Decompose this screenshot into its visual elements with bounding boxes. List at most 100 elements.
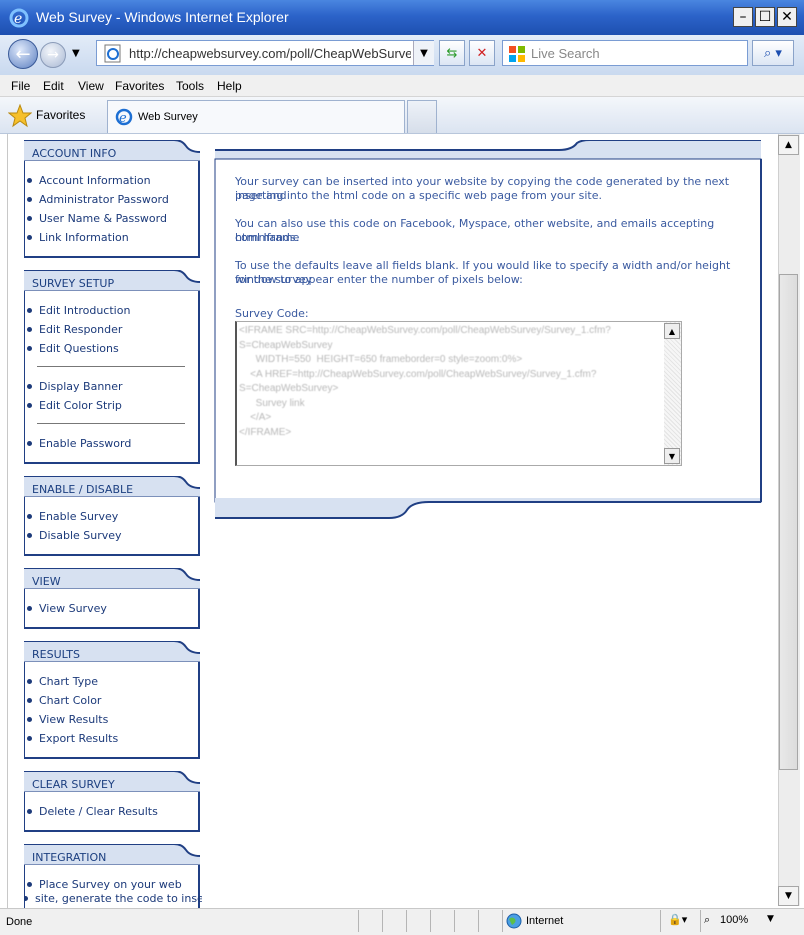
intro-line-2: inserting into the html code on a specif… xyxy=(235,189,602,202)
panel-integration: INTEGRATION Place Survey on your web sit… xyxy=(24,844,202,908)
close-button[interactable]: ✕ xyxy=(777,7,797,27)
link-enable-password[interactable]: Enable Password xyxy=(26,437,131,450)
panel-clear-survey: CLEAR SURVEY Delete / Clear Results xyxy=(24,771,202,832)
back-button[interactable]: ← xyxy=(8,39,38,69)
textarea-scrollbar[interactable] xyxy=(664,322,681,465)
link-place-survey-cont[interactable]: site, generate the code to insert xyxy=(24,892,202,905)
panel-title: SURVEY SETUP xyxy=(32,277,115,290)
ie-tab-icon: e xyxy=(115,108,133,126)
title-bar: e Web Survey - Windows Internet Explorer… xyxy=(0,0,804,35)
link-administrator-password[interactable]: Administrator Password xyxy=(27,193,169,206)
panel-enable-disable: ENABLE / DISABLE Enable Survey Disable S… xyxy=(24,476,202,556)
panel-body: Edit Introduction Edit Responder Edit Qu… xyxy=(24,291,200,464)
survey-code-textarea[interactable]: <IFRAME SRC=http://CheapWebSurvey.com/po… xyxy=(235,321,682,466)
survey-code-text[interactable]: <IFRAME SRC=http://CheapWebSurvey.com/po… xyxy=(239,324,659,440)
zoom-level[interactable]: 100% xyxy=(720,914,748,926)
recent-pages-dropdown-icon[interactable]: ▼ xyxy=(72,48,80,59)
status-divider xyxy=(454,910,455,932)
forward-button[interactable]: → xyxy=(40,42,66,68)
link-place-survey[interactable]: Place Survey on your web xyxy=(27,878,182,891)
panel-body: Enable Survey Disable Survey xyxy=(24,497,200,556)
menu-help[interactable]: Help xyxy=(217,79,242,93)
panel-results: RESULTS Chart Type Chart Color View Resu… xyxy=(24,641,202,759)
link-delete-clear-results[interactable]: Delete / Clear Results xyxy=(27,805,158,818)
link-view-survey[interactable]: View Survey xyxy=(27,602,107,615)
windows-logo-icon xyxy=(509,46,525,62)
menu-view[interactable]: View xyxy=(78,79,104,93)
status-divider xyxy=(406,910,407,932)
textarea-scroll-down-icon[interactable]: ▼ xyxy=(664,448,680,464)
minimize-button[interactable]: – xyxy=(733,7,753,27)
scroll-up-icon[interactable]: ▲ xyxy=(778,135,799,155)
link-disable-survey[interactable]: Disable Survey xyxy=(27,529,122,542)
menu-tools[interactable]: Tools xyxy=(176,79,204,93)
favorites-label: Favorites xyxy=(36,108,86,122)
panel-body: View Survey xyxy=(24,589,200,629)
protected-mode-icon[interactable]: 🔒▾ xyxy=(668,913,687,926)
status-text: Done xyxy=(6,916,33,928)
star-icon xyxy=(8,104,32,128)
menu-edit[interactable]: Edit xyxy=(43,79,64,93)
favorites-button[interactable]: Favorites xyxy=(8,104,98,128)
panel-title: ENABLE / DISABLE xyxy=(32,483,134,496)
menu-favorites[interactable]: Favorites xyxy=(115,79,164,93)
link-view-results[interactable]: View Results xyxy=(26,713,108,726)
search-placeholder: Live Search xyxy=(531,46,600,61)
window-title: Web Survey - Windows Internet Explorer xyxy=(36,9,289,25)
refresh-icon[interactable]: ⇆ xyxy=(439,40,465,66)
new-tab-button[interactable] xyxy=(407,100,437,133)
divider xyxy=(37,423,185,424)
address-dropdown-icon[interactable]: ▼ xyxy=(413,41,434,65)
panel-body: Place Survey on your web site, generate … xyxy=(24,865,202,908)
link-edit-introduction[interactable]: Edit Introduction xyxy=(26,304,130,317)
panel-survey-setup: SURVEY SETUP Edit Introduction Edit Resp… xyxy=(24,270,202,464)
panel-title: RESULTS xyxy=(32,648,80,661)
address-bar[interactable]: http://cheapwebsurvey.com/poll/CheapWebS… xyxy=(96,40,434,66)
stop-icon[interactable]: ✕ xyxy=(469,40,495,66)
globe-icon xyxy=(506,913,522,929)
divider xyxy=(37,366,185,367)
status-divider xyxy=(502,910,503,932)
link-display-banner[interactable]: Display Banner xyxy=(27,380,123,393)
maximize-button[interactable]: ☐ xyxy=(755,7,775,27)
panel-title: VIEW xyxy=(32,575,61,588)
panel-account-info: ACCOUNT INFO Account Information Adminis… xyxy=(24,140,202,258)
address-url[interactable]: http://cheapwebsurvey.com/poll/CheapWebS… xyxy=(129,46,411,61)
menu-bar: File Edit View Favorites Tools Help xyxy=(0,75,804,97)
panel-body: Delete / Clear Results xyxy=(24,792,200,832)
link-edit-responder[interactable]: Edit Responder xyxy=(26,323,122,336)
zoom-icon: ⌕ xyxy=(704,913,711,926)
link-chart-type[interactable]: Chart Type xyxy=(27,675,98,688)
tab-web-survey[interactable]: e Web Survey xyxy=(107,100,405,133)
link-edit-color-strip[interactable]: Edit Color Strip xyxy=(27,399,122,412)
panel-body: Account Information Administrator Passwo… xyxy=(24,161,200,258)
textarea-scroll-up-icon[interactable]: ▲ xyxy=(664,323,680,339)
panel-title: CLEAR SURVEY xyxy=(32,778,115,791)
search-icon[interactable]: ⌕ ▾ xyxy=(752,40,794,66)
page-icon xyxy=(104,44,121,63)
zone-text: Internet xyxy=(526,915,564,927)
link-link-information[interactable]: Link Information xyxy=(27,231,129,244)
link-user-name-password[interactable]: User Name & Password xyxy=(27,212,167,225)
svg-text:e: e xyxy=(14,11,22,27)
menu-file[interactable]: File xyxy=(11,79,30,93)
scroll-down-icon[interactable]: ▼ xyxy=(778,886,799,906)
tab-title: Web Survey xyxy=(138,111,198,123)
search-box[interactable]: Live Search xyxy=(502,40,748,66)
status-divider xyxy=(430,910,431,932)
link-edit-questions[interactable]: Edit Questions xyxy=(27,342,119,355)
scroll-thumb[interactable] xyxy=(779,274,798,770)
status-divider xyxy=(478,910,479,932)
link-export-results[interactable]: Export Results xyxy=(26,732,118,745)
panel-title: ACCOUNT INFO xyxy=(32,147,117,160)
panel-body: Chart Type Chart Color View Results Expo… xyxy=(24,662,200,759)
defaults-line-2: window to appear enter the number of pix… xyxy=(235,273,523,286)
ie-logo-icon: e xyxy=(9,8,29,28)
panel-view: VIEW View Survey xyxy=(24,568,202,629)
link-chart-color[interactable]: Chart Color xyxy=(26,694,101,707)
svg-text:e: e xyxy=(119,111,127,126)
link-account-information[interactable]: Account Information xyxy=(27,174,151,187)
status-divider xyxy=(700,910,701,932)
zoom-dropdown-icon[interactable]: ▼ xyxy=(767,914,774,924)
link-enable-survey[interactable]: Enable Survey xyxy=(26,510,118,523)
